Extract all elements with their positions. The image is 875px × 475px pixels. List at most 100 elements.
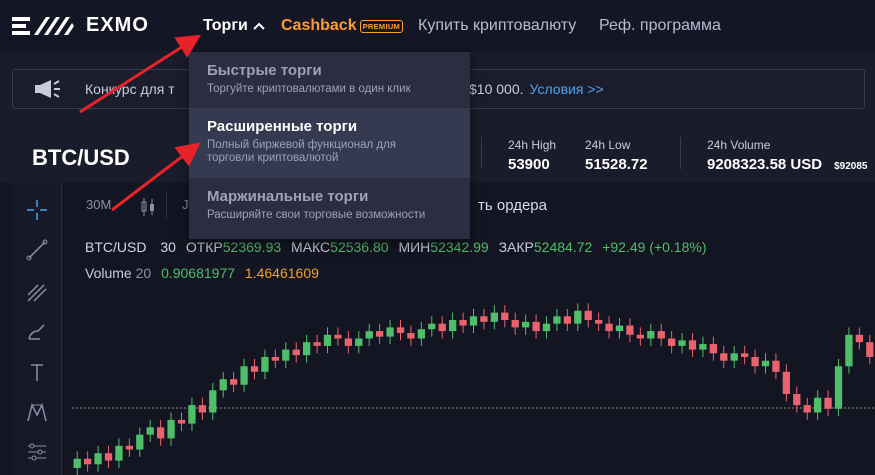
stat-24h-high: 24h High 53900 bbox=[508, 138, 556, 173]
candle-body bbox=[866, 342, 874, 357]
brush-tool-icon[interactable] bbox=[24, 319, 50, 345]
brand-name: EXMO bbox=[86, 14, 149, 36]
candle-body bbox=[271, 357, 280, 361]
candle-body bbox=[511, 320, 519, 328]
trendline-tool-icon[interactable] bbox=[24, 237, 50, 263]
candle-body bbox=[761, 360, 770, 367]
pitchfork-tool-icon[interactable] bbox=[24, 279, 50, 305]
candle-body bbox=[438, 323, 446, 332]
candle-body bbox=[469, 316, 478, 326]
indicator-button[interactable]: J bbox=[182, 197, 189, 212]
candle-body bbox=[94, 453, 102, 465]
candle-body bbox=[229, 379, 238, 385]
settings-sliders-icon[interactable] bbox=[24, 439, 50, 465]
candle-body bbox=[355, 338, 363, 346]
nav-buy-crypto[interactable]: Купить криптовалюту bbox=[418, 17, 576, 35]
candle-body bbox=[396, 327, 405, 333]
candle-body bbox=[83, 458, 92, 465]
candle-body bbox=[855, 334, 864, 343]
candle-body bbox=[240, 366, 248, 385]
trade-dropdown: Быстрые торги Торгуйте криптовалютами в … bbox=[189, 52, 470, 239]
candle-body bbox=[647, 331, 655, 339]
candle-body bbox=[104, 453, 113, 461]
candle-body bbox=[407, 332, 415, 339]
candle-body bbox=[261, 357, 269, 372]
stat-label: 24h Volume bbox=[707, 138, 771, 152]
candle-body bbox=[740, 353, 749, 357]
candle-body bbox=[344, 338, 353, 346]
ohlc-open: 52369.93 bbox=[222, 239, 282, 255]
candle-body bbox=[73, 458, 81, 468]
candle-body bbox=[448, 320, 457, 332]
stat-value: 51528.72 bbox=[585, 156, 648, 173]
candle-body bbox=[709, 344, 718, 354]
candle-body bbox=[667, 338, 676, 346]
crosshair-tool-icon[interactable] bbox=[24, 197, 50, 223]
candle-body bbox=[615, 325, 624, 332]
candle-body bbox=[501, 312, 509, 320]
premium-badge: PREMIUM bbox=[359, 19, 404, 33]
nav-trade[interactable]: Торги bbox=[203, 17, 265, 35]
nav-cashback[interactable]: Cashback PREMIUM bbox=[281, 17, 404, 35]
candle-body bbox=[313, 342, 321, 346]
menu-item-advanced-trade[interactable]: Расширенные торги Полный биржевой функци… bbox=[189, 108, 470, 178]
stat-volume-value: 9208323.58 USD bbox=[707, 156, 823, 173]
orders-toggle[interactable]: ть ордера bbox=[478, 197, 547, 214]
candle-body bbox=[323, 334, 332, 346]
ohlc-interval: 30 bbox=[160, 239, 176, 255]
candle-body bbox=[772, 360, 780, 372]
candle-body bbox=[782, 371, 791, 394]
candle-body bbox=[282, 349, 290, 361]
candle-body bbox=[699, 344, 707, 350]
candle-body bbox=[813, 397, 822, 413]
candle-body bbox=[480, 316, 488, 322]
candle-body bbox=[824, 397, 832, 409]
candle-body bbox=[417, 329, 426, 339]
candle-body bbox=[605, 323, 613, 332]
announcement-text: Конкурс для т bbox=[85, 81, 175, 97]
text-tool-icon[interactable] bbox=[24, 359, 50, 385]
candle-body bbox=[730, 353, 738, 361]
candle-body bbox=[584, 310, 592, 320]
candle-body bbox=[532, 321, 540, 332]
pattern-tool-icon[interactable] bbox=[24, 399, 50, 425]
candle-body bbox=[803, 405, 811, 413]
stat-volume-usd: $92085 bbox=[834, 161, 868, 172]
candle-body bbox=[594, 320, 603, 324]
exmo-logo[interactable]: EXMO bbox=[12, 14, 149, 37]
ohlc-high-label: МАКС bbox=[291, 239, 331, 255]
candle-body bbox=[678, 340, 686, 346]
candle-body bbox=[490, 312, 499, 322]
divider bbox=[481, 137, 482, 169]
interval-button[interactable]: 30M bbox=[86, 197, 111, 212]
menu-item-margin-trade[interactable]: Маржинальные торги Расширяйте свои торго… bbox=[189, 178, 470, 239]
candle-body bbox=[292, 349, 300, 356]
ohlc-close: 52484.72 bbox=[533, 239, 593, 255]
ohlc-high: 52536.80 bbox=[330, 239, 389, 255]
candle-body bbox=[636, 334, 645, 339]
candle-body bbox=[574, 310, 582, 324]
conditions-link[interactable]: Условия >> bbox=[530, 81, 604, 97]
menu-item-quick-trade[interactable]: Быстрые торги Торгуйте криптовалютами в … bbox=[189, 52, 470, 108]
candle-body bbox=[156, 427, 165, 439]
candle-body bbox=[219, 379, 227, 391]
candles-icon[interactable] bbox=[140, 197, 156, 217]
nav-referral[interactable]: Реф. программа bbox=[599, 17, 721, 35]
candle-body bbox=[688, 340, 697, 350]
candle-body bbox=[250, 366, 259, 372]
candle-body bbox=[626, 325, 634, 335]
candle-body bbox=[386, 327, 394, 337]
menu-item-title: Маржинальные торги bbox=[207, 188, 369, 205]
ohlc-open-label: ОТКР bbox=[185, 239, 223, 255]
stat-24h-volume: 24h Volume 9208323.58 USD $92085 bbox=[707, 138, 867, 173]
candlestick-chart[interactable] bbox=[72, 263, 875, 475]
candle-body bbox=[428, 323, 436, 330]
candle-body bbox=[845, 334, 853, 367]
candle-body bbox=[115, 445, 123, 461]
candle-body bbox=[302, 342, 311, 356]
menu-item-title: Расширенные торги bbox=[207, 118, 358, 135]
candle-body bbox=[146, 427, 154, 435]
candle-body bbox=[375, 331, 384, 337]
candle-body bbox=[125, 445, 134, 450]
stat-label: 24h High bbox=[508, 138, 557, 152]
